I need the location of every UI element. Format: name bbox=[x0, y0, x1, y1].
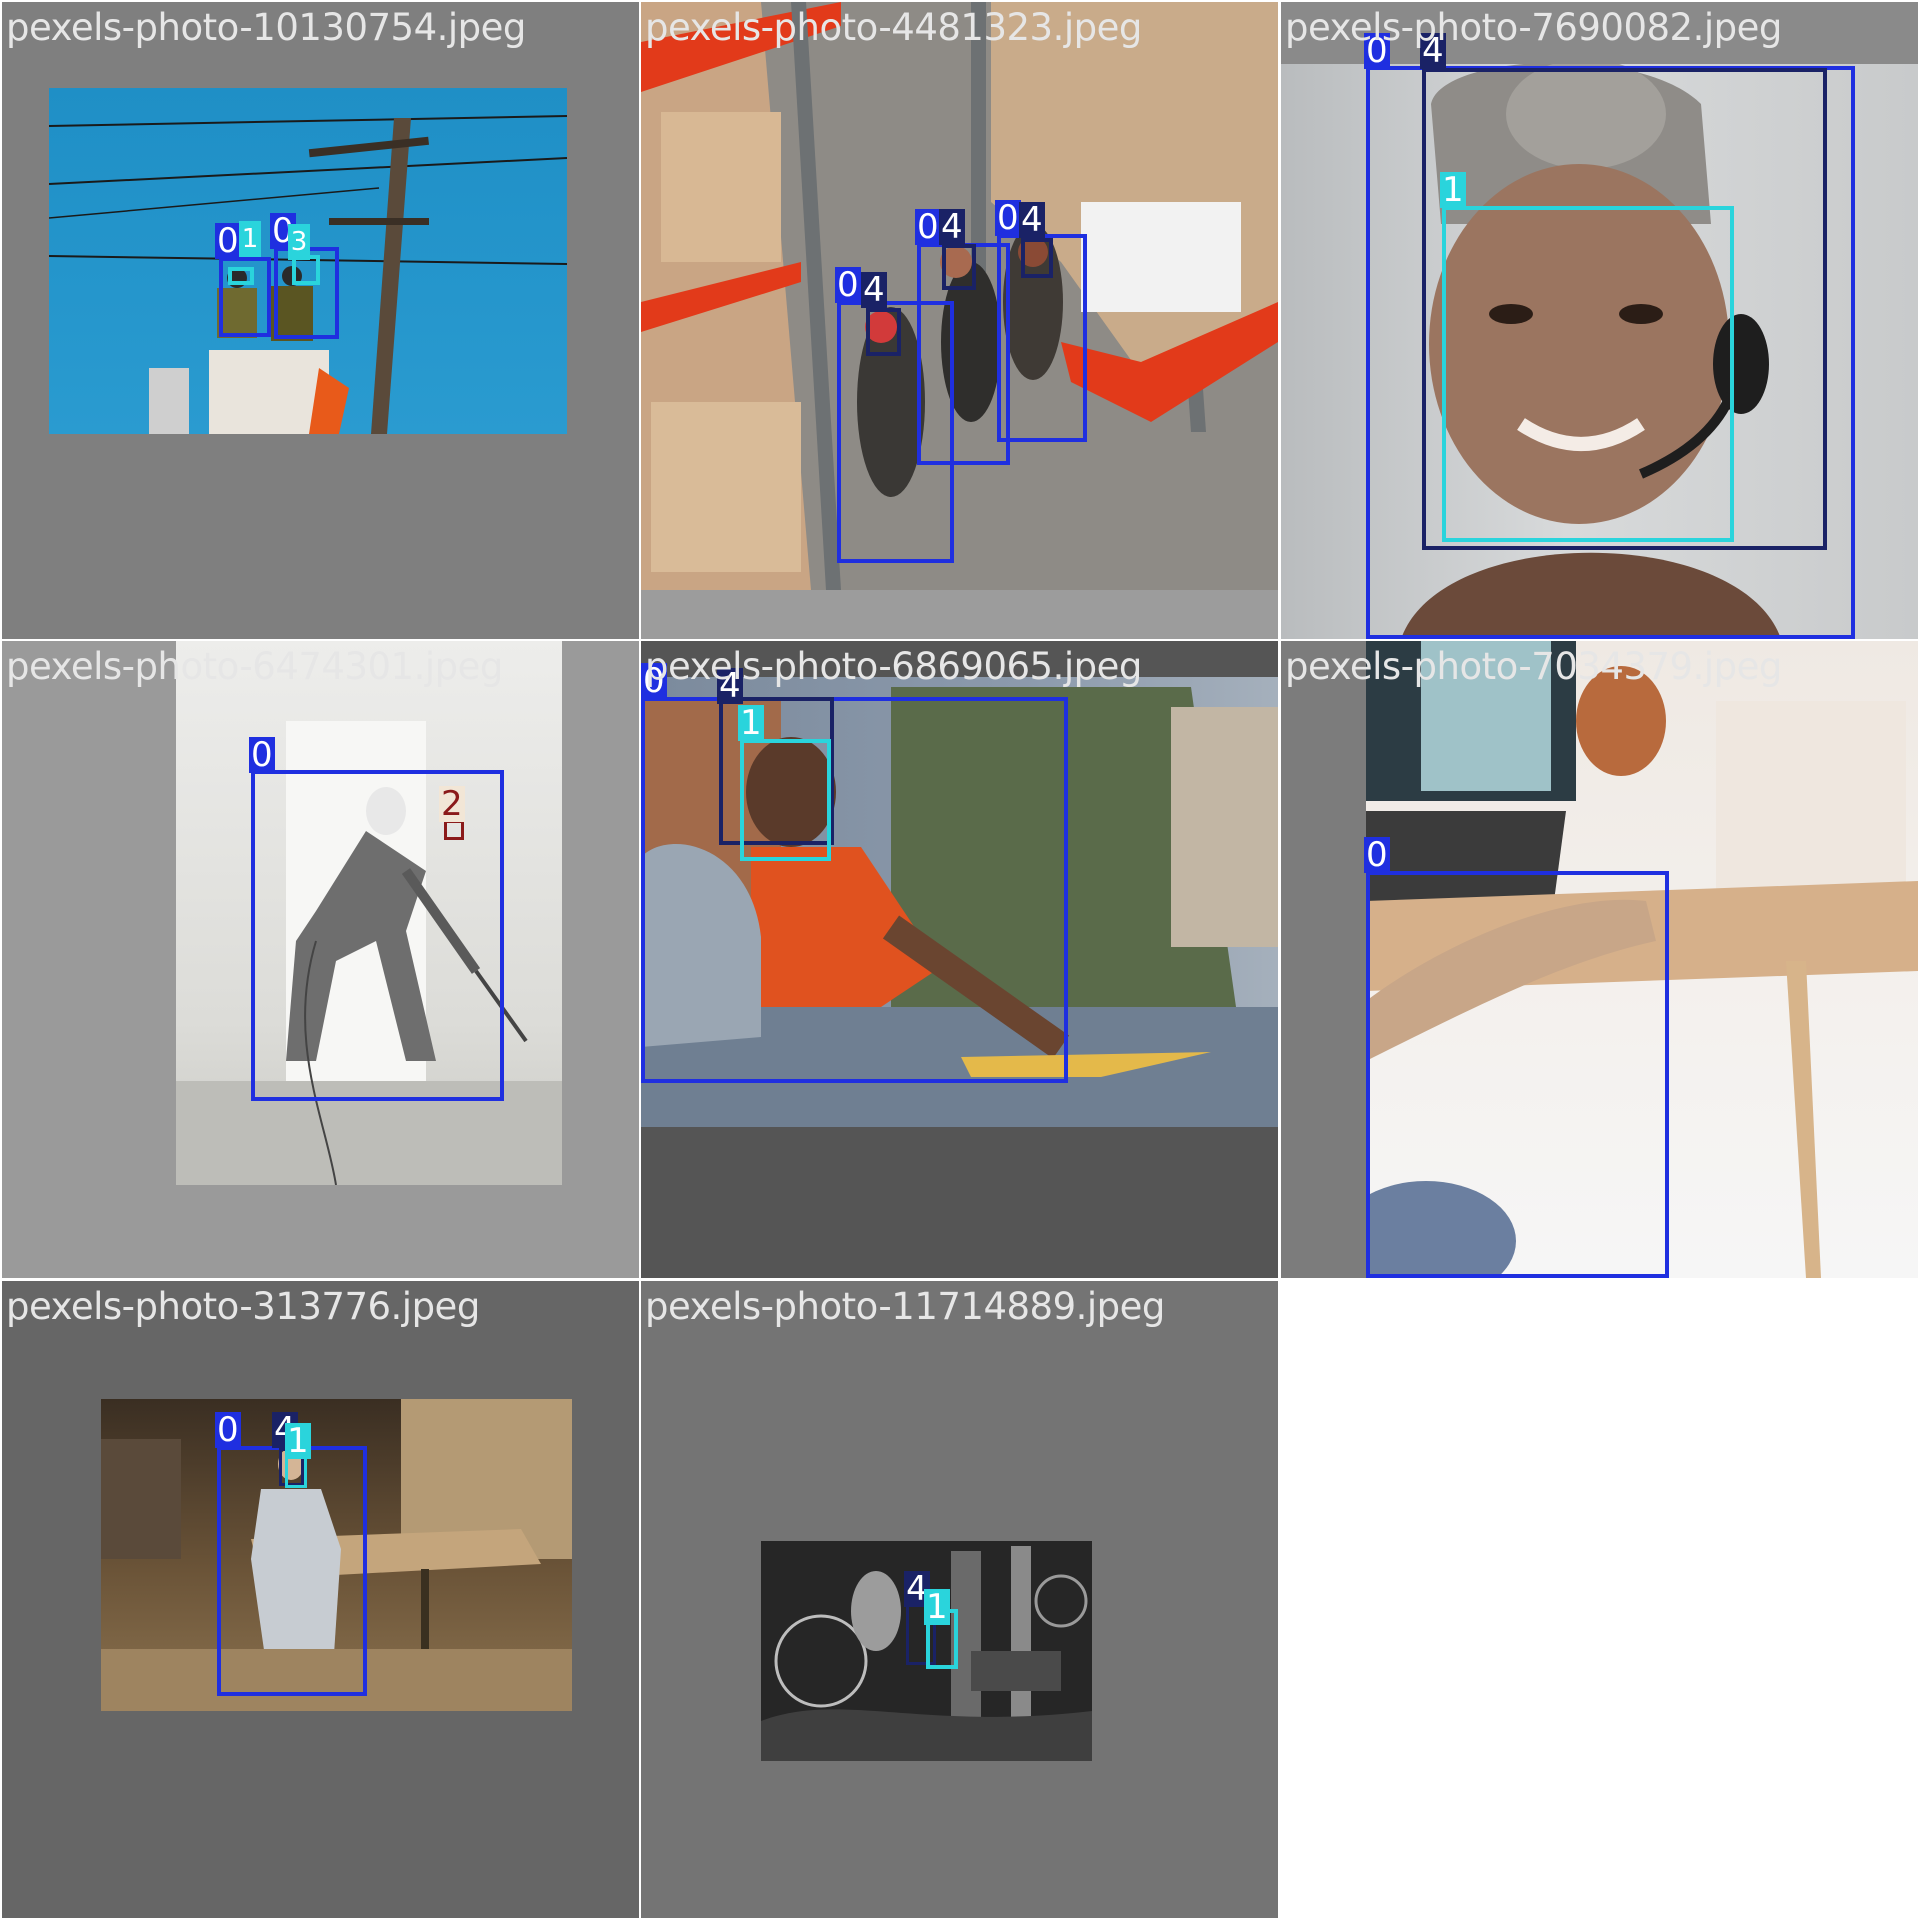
tile-filename: pexels-photo-6474301.jpeg bbox=[6, 645, 503, 688]
class-label-tag: 1 bbox=[924, 1587, 950, 1627]
tile-filename: pexels-photo-6869065.jpeg bbox=[645, 645, 1142, 688]
tile-filename: pexels-photo-7690082.jpeg bbox=[1285, 6, 1782, 49]
detection-box bbox=[740, 739, 831, 861]
class-label-tag: 0 bbox=[215, 221, 241, 261]
tile-machinery: pexels-photo-11714889.jpeg 4 1 bbox=[641, 1281, 1278, 1918]
detection-box bbox=[641, 697, 1068, 1083]
class-label-tag: 3 bbox=[288, 224, 310, 260]
tile-filename: pexels-photo-10130754.jpeg bbox=[6, 6, 526, 49]
tile-filename: pexels-photo-313776.jpeg bbox=[6, 1285, 480, 1328]
tile-delivery-van: pexels-photo-6869065.jpeg 0 4 1 bbox=[641, 641, 1278, 1278]
detection-box bbox=[251, 770, 504, 1101]
class-label-tag: 1 bbox=[738, 703, 764, 743]
class-label-tag: 0 bbox=[249, 735, 275, 775]
tile-filename: pexels-photo-11714889.jpeg bbox=[645, 1285, 1165, 1328]
tile-desk-laptop: pexels-photo-7034379.jpeg 0 bbox=[1281, 641, 1918, 1278]
class-label-tag: 0 bbox=[835, 265, 861, 305]
class-label-tag: 4 bbox=[861, 270, 887, 310]
detection-box bbox=[1366, 871, 1669, 1278]
tile-power-line: pexels-photo-10130754.jpeg 0 1 0 3 bbox=[2, 2, 639, 639]
class-label-tag: 0 bbox=[915, 207, 941, 247]
class-label-tag: 1 bbox=[285, 1421, 311, 1461]
tile-filename: pexels-photo-4481323.jpeg bbox=[645, 6, 1142, 49]
tile-headset: pexels-photo-7690082.jpeg 0 4 1 bbox=[1281, 2, 1918, 639]
detection-box bbox=[1021, 238, 1053, 278]
detection-box bbox=[942, 244, 976, 290]
tile-filename: pexels-photo-7034379.jpeg bbox=[1285, 645, 1782, 688]
detection-mosaic: pexels-photo-10130754.jpeg 0 1 0 3 pexel… bbox=[0, 0, 1920, 1920]
class-label-tag: 1 bbox=[239, 221, 261, 257]
detection-box bbox=[228, 267, 254, 285]
class-label-tag: 4 bbox=[939, 207, 965, 247]
tile-spray-painter: pexels-photo-6474301.jpeg 0 2 bbox=[2, 641, 639, 1278]
detection-box bbox=[1442, 206, 1734, 542]
class-label-tag: 2 bbox=[439, 784, 465, 824]
tile-warehouse: pexels-photo-4481323.jpeg 0 4 0 4 0 4 bbox=[641, 2, 1278, 639]
detection-box bbox=[866, 308, 901, 356]
class-label-tag: 0 bbox=[1364, 835, 1390, 875]
class-label-tag: 1 bbox=[1440, 170, 1466, 210]
tile-carpenter: pexels-photo-313776.jpeg 0 4 1 bbox=[2, 1281, 639, 1918]
class-label-tag: 4 bbox=[1019, 200, 1045, 240]
class-label-tag: 0 bbox=[215, 1410, 241, 1450]
class-label-tag: 0 bbox=[995, 198, 1021, 238]
